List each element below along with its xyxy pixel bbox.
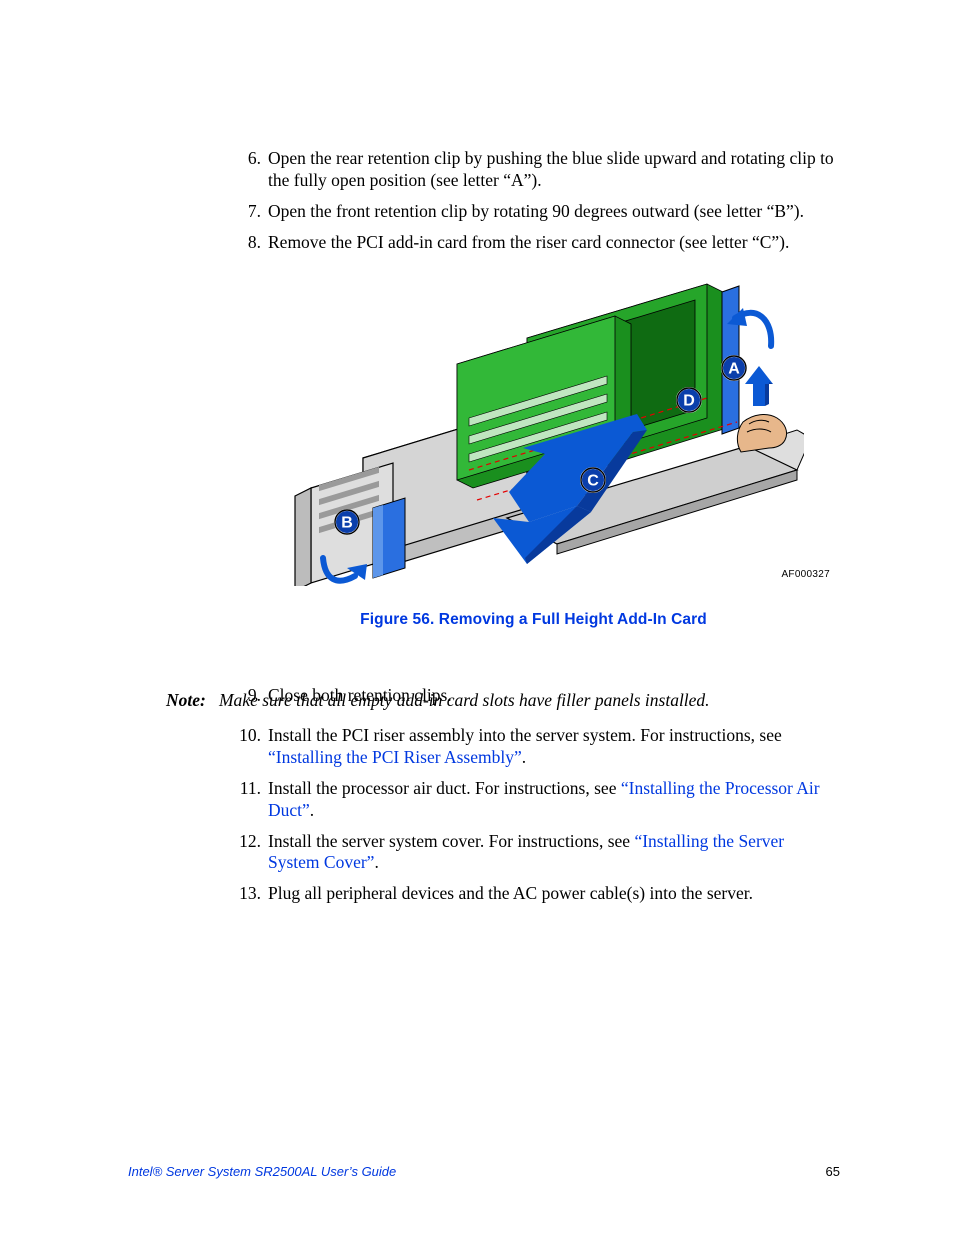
- svg-text:D: D: [683, 392, 695, 409]
- note-label: Note:: [166, 690, 206, 710]
- step-text: Install the PCI riser assembly into the …: [268, 725, 782, 767]
- steps-10-13: 10. Install the PCI riser assembly into …: [231, 725, 836, 905]
- step-number: 11.: [231, 778, 261, 800]
- step-number: 13.: [231, 883, 261, 905]
- callout-A: A: [722, 356, 746, 380]
- step-number: 12.: [231, 831, 261, 853]
- note-text: Make sure that all empty add-in card slo…: [219, 690, 710, 710]
- step-13: 13. Plug all peripheral devices and the …: [231, 883, 836, 905]
- step-8: 8. Remove the PCI add-in card from the r…: [231, 232, 836, 254]
- figure-id: AF000327: [781, 569, 830, 582]
- page-footer: Intel® Server System SR2500AL User’s Gui…: [128, 1164, 840, 1180]
- step-number: 10.: [231, 725, 261, 747]
- figure-illustration: A B C D AF000327: [277, 268, 804, 586]
- step-6: 6. Open the rear retention clip by pushi…: [231, 148, 836, 192]
- step-7: 7. Open the front retention clip by rota…: [231, 201, 836, 223]
- step-text: Install the server system cover. For ins…: [268, 831, 784, 873]
- step-text: Remove the PCI add-in card from the rise…: [268, 232, 789, 252]
- svg-text:C: C: [587, 472, 599, 489]
- upper-content: 6. Open the rear retention clip by pushi…: [231, 148, 836, 716]
- step-12: 12. Install the server system cover. For…: [231, 831, 836, 875]
- svg-text:B: B: [341, 514, 353, 531]
- link-install-pci-riser[interactable]: “Installing the PCI Riser Assembly”: [268, 747, 522, 767]
- note: Note: Make sure that all empty add-in ca…: [166, 690, 836, 712]
- step-text: Plug all peripheral devices and the AC p…: [268, 883, 753, 903]
- step-10: 10. Install the PCI riser assembly into …: [231, 725, 836, 769]
- page-number: 65: [826, 1164, 840, 1180]
- step-text: Install the processor air duct. For inst…: [268, 778, 820, 820]
- step-number: 8.: [231, 232, 261, 254]
- steps-6-8: 6. Open the rear retention clip by pushi…: [231, 148, 836, 254]
- svg-text:A: A: [728, 360, 740, 377]
- lower-content: 10. Install the PCI riser assembly into …: [231, 725, 836, 914]
- figure-56: A B C D AF000327 Fi: [231, 268, 836, 629]
- step-11: 11. Install the processor air duct. For …: [231, 778, 836, 822]
- step-number: 7.: [231, 201, 261, 223]
- step-text: Open the front retention clip by rotatin…: [268, 201, 804, 221]
- hand-icon: [737, 414, 786, 451]
- footer-title: Intel® Server System SR2500AL User’s Gui…: [128, 1164, 396, 1179]
- callout-D: D: [677, 388, 701, 412]
- callout-C: C: [581, 468, 605, 492]
- figure-caption: Figure 56. Removing a Full Height Add-In…: [231, 610, 836, 629]
- step-text: Open the rear retention clip by pushing …: [268, 148, 834, 190]
- callout-B: B: [335, 510, 359, 534]
- step-number: 6.: [231, 148, 261, 170]
- riser-card-svg: A B C D: [277, 268, 804, 586]
